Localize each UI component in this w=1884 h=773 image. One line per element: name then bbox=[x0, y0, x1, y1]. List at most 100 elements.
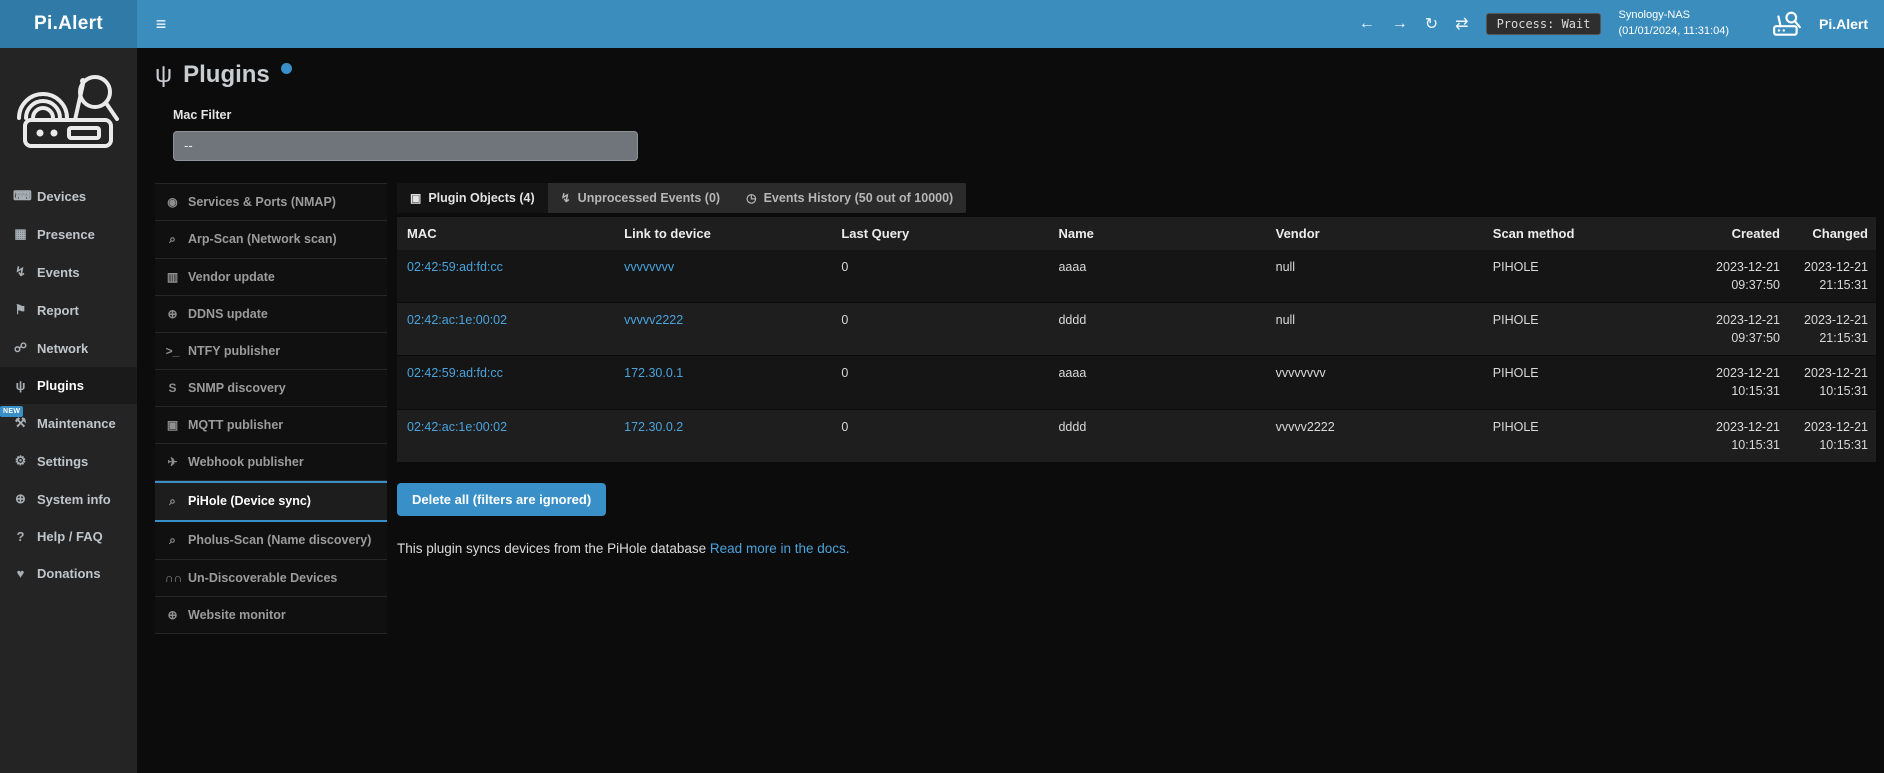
tab-unprocessed-events[interactable]: ↯ Unprocessed Events (0) bbox=[548, 183, 733, 213]
sidebar-item-help-faq[interactable]: ? Help / FAQ bbox=[0, 518, 137, 555]
plugin-nav-item-nmap[interactable]: ◉ Services & Ports (NMAP) bbox=[155, 184, 387, 221]
sidebar-item-system-info[interactable]: ⊕ System info bbox=[0, 480, 137, 518]
laptop-icon: ⌨ bbox=[13, 188, 28, 204]
header-right-cluster: ← → ↻ ⇄ Process: Wait Synology-NAS (01/0… bbox=[1359, 0, 1884, 48]
mac-filter-input[interactable] bbox=[173, 131, 638, 161]
last-query-cell: 0 bbox=[831, 250, 1048, 303]
plugin-nav-label: Vendor update bbox=[188, 270, 275, 284]
mqtt-icon: ▣ bbox=[165, 418, 180, 432]
refresh-icon[interactable]: ↻ bbox=[1425, 14, 1438, 34]
sidebar-menu: ⌨ Devices ▦ Presence ↯ Events ⚑ Report ☍… bbox=[0, 177, 137, 592]
device-link[interactable]: 172.30.0.2 bbox=[624, 420, 683, 434]
scan-method-cell: PIHOLE bbox=[1483, 303, 1700, 356]
mac-link[interactable]: 02:42:59:ad:fd:cc bbox=[407, 366, 503, 380]
sidebar-item-network[interactable]: ☍ Network bbox=[0, 329, 137, 367]
sidebar-item-label: Help / FAQ bbox=[37, 529, 103, 544]
vendor-cell: null bbox=[1266, 250, 1483, 303]
plugin-nav-item-arp-scan[interactable]: ⌕ Arp-Scan (Network scan) bbox=[155, 221, 387, 259]
changed-cell: 2023-12-21 21:15:31 bbox=[1788, 303, 1876, 356]
page-title-text: Plugins bbox=[183, 61, 270, 90]
plugin-nav: ◉ Services & Ports (NMAP) ⌕ Arp-Scan (Ne… bbox=[155, 183, 387, 634]
table-row: 02:42:59:ad:fd:cc vvvvvvvv 0 aaaa null P… bbox=[397, 250, 1876, 303]
sidebar-item-events[interactable]: ↯ Events bbox=[0, 253, 137, 291]
forward-arrow-icon[interactable]: → bbox=[1392, 15, 1408, 33]
mac-filter: Mac Filter bbox=[173, 108, 1876, 161]
sidebar-item-label: Devices bbox=[37, 189, 86, 204]
sidebar-item-devices[interactable]: ⌨ Devices bbox=[0, 177, 137, 215]
host-timestamp: (01/01/2024, 11:31:04) bbox=[1618, 24, 1729, 40]
plugin-nav-item-ntfy-publisher[interactable]: >_ NTFY publisher bbox=[155, 333, 387, 370]
device-link[interactable]: vvvvv2222 bbox=[624, 313, 683, 327]
pialert-logo bbox=[0, 48, 137, 171]
delete-all-button[interactable]: Delete all (filters are ignored) bbox=[397, 483, 606, 516]
sidebar-item-report[interactable]: ⚑ Report bbox=[0, 291, 137, 329]
bolt-icon: ↯ bbox=[13, 264, 28, 280]
column-header-mac: MAC bbox=[397, 217, 614, 250]
created-cell: 2023-12-21 10:15:31 bbox=[1700, 409, 1788, 462]
sidebar-item-label: Events bbox=[37, 265, 80, 280]
bar-chart-icon: ▥ bbox=[165, 270, 180, 284]
column-header-name: Name bbox=[1048, 217, 1265, 250]
mac-link[interactable]: 02:42:59:ad:fd:cc bbox=[407, 260, 503, 274]
heart-icon: ♥ bbox=[13, 566, 28, 581]
table-row: 02:42:ac:1e:00:02 172.30.0.2 0 dddd vvvv… bbox=[397, 409, 1876, 462]
hamburger-icon[interactable]: ≡ bbox=[137, 0, 185, 48]
plugin-nav-item-website-monitor[interactable]: ⊕ Website monitor bbox=[155, 597, 387, 634]
tabs: ▣ Plugin Objects (4) ↯ Unprocessed Event… bbox=[397, 183, 966, 213]
new-badge: NEW bbox=[0, 406, 23, 417]
pialert-mini-logo-icon bbox=[1772, 10, 1802, 38]
plugin-nav-item-ddns-update[interactable]: ⊕ DDNS update bbox=[155, 296, 387, 333]
sidebar-item-presence[interactable]: ▦ Presence bbox=[0, 215, 137, 253]
plugin-nav-item-pihole-sync[interactable]: ⌕ PiHole (Device sync) bbox=[155, 481, 387, 522]
sidebar-item-label: Network bbox=[37, 341, 88, 356]
tab-plugin-objects[interactable]: ▣ Plugin Objects (4) bbox=[397, 183, 548, 213]
plugin-nav-label: Arp-Scan (Network scan) bbox=[188, 232, 337, 246]
plugin-nav-item-webhook-publisher[interactable]: ✈ Webhook publisher bbox=[155, 444, 387, 481]
device-link[interactable]: vvvvvvvv bbox=[624, 260, 674, 274]
plugin-nav-label: Webhook publisher bbox=[188, 455, 304, 469]
plugin-nav-label: DDNS update bbox=[188, 307, 268, 321]
name-cell: aaaa bbox=[1048, 250, 1265, 303]
sidebar-item-settings[interactable]: ⚙ Settings bbox=[0, 442, 137, 480]
sidebar-item-label: Maintenance bbox=[37, 416, 116, 431]
mac-link[interactable]: 02:42:ac:1e:00:02 bbox=[407, 313, 507, 327]
scan-method-cell: PIHOLE bbox=[1483, 250, 1700, 303]
last-query-cell: 0 bbox=[831, 303, 1048, 356]
plugin-nav-item-undiscoverable-devices[interactable]: ∩∩ Un-Discoverable Devices bbox=[155, 560, 387, 597]
plugin-nav-label: NTFY publisher bbox=[188, 344, 280, 358]
table-header-row: MAC Link to device Last Query Name Vendo… bbox=[397, 217, 1876, 250]
calendar-icon: ▦ bbox=[13, 226, 28, 242]
plugin-description-text: This plugin syncs devices from the PiHol… bbox=[397, 541, 706, 556]
created-cell: 2023-12-21 10:15:31 bbox=[1700, 356, 1788, 409]
last-query-cell: 0 bbox=[831, 356, 1048, 409]
column-header-last-query: Last Query bbox=[831, 217, 1048, 250]
vendor-cell: null bbox=[1266, 303, 1483, 356]
flag-icon: ⚑ bbox=[13, 302, 28, 318]
plugin-nav-item-snmp-discovery[interactable]: S SNMP discovery bbox=[155, 370, 387, 407]
tab-events-history[interactable]: ◷ Events History (50 out of 10000) bbox=[733, 183, 966, 213]
scan-method-cell: PIHOLE bbox=[1483, 356, 1700, 409]
sidebar-item-maintenance[interactable]: NEW ⚒ Maintenance bbox=[0, 404, 137, 442]
snmp-icon: S bbox=[165, 381, 180, 395]
sidebar-item-label: Report bbox=[37, 303, 79, 318]
sidebar-item-donations[interactable]: ♥ Donations bbox=[0, 555, 137, 592]
app-logo[interactable]: Pi.Alert bbox=[0, 0, 137, 48]
process-status-badge: Process: Wait bbox=[1486, 13, 1602, 35]
device-link[interactable]: 172.30.0.1 bbox=[624, 366, 683, 380]
host-name: Synology-NAS bbox=[1618, 8, 1729, 24]
plugin-content: ▣ Plugin Objects (4) ↯ Unprocessed Event… bbox=[397, 183, 1876, 556]
sidebar-item-plugins[interactable]: ψ Plugins bbox=[0, 367, 137, 404]
plugin-nav-item-pholus-scan[interactable]: ⌕ Pholus-Scan (Name discovery) bbox=[155, 522, 387, 560]
mac-link[interactable]: 02:42:ac:1e:00:02 bbox=[407, 420, 507, 434]
docs-link[interactable]: Read more in the docs. bbox=[710, 541, 850, 556]
info-badge[interactable] bbox=[281, 63, 292, 74]
back-arrow-icon[interactable]: ← bbox=[1359, 15, 1375, 33]
plugin-nav-item-vendor-update[interactable]: ▥ Vendor update bbox=[155, 259, 387, 296]
plugin-nav-item-mqtt-publisher[interactable]: ▣ MQTT publisher bbox=[155, 407, 387, 444]
header-app-name: Pi.Alert bbox=[1819, 16, 1868, 32]
terminal-icon: >_ bbox=[165, 344, 180, 358]
move-icon[interactable]: ⇄ bbox=[1455, 14, 1468, 34]
sidebar: ⌨ Devices ▦ Presence ↯ Events ⚑ Report ☍… bbox=[0, 48, 137, 773]
plugin-nav-label: SNMP discovery bbox=[188, 381, 286, 395]
search-icon: ⌕ bbox=[165, 232, 180, 247]
